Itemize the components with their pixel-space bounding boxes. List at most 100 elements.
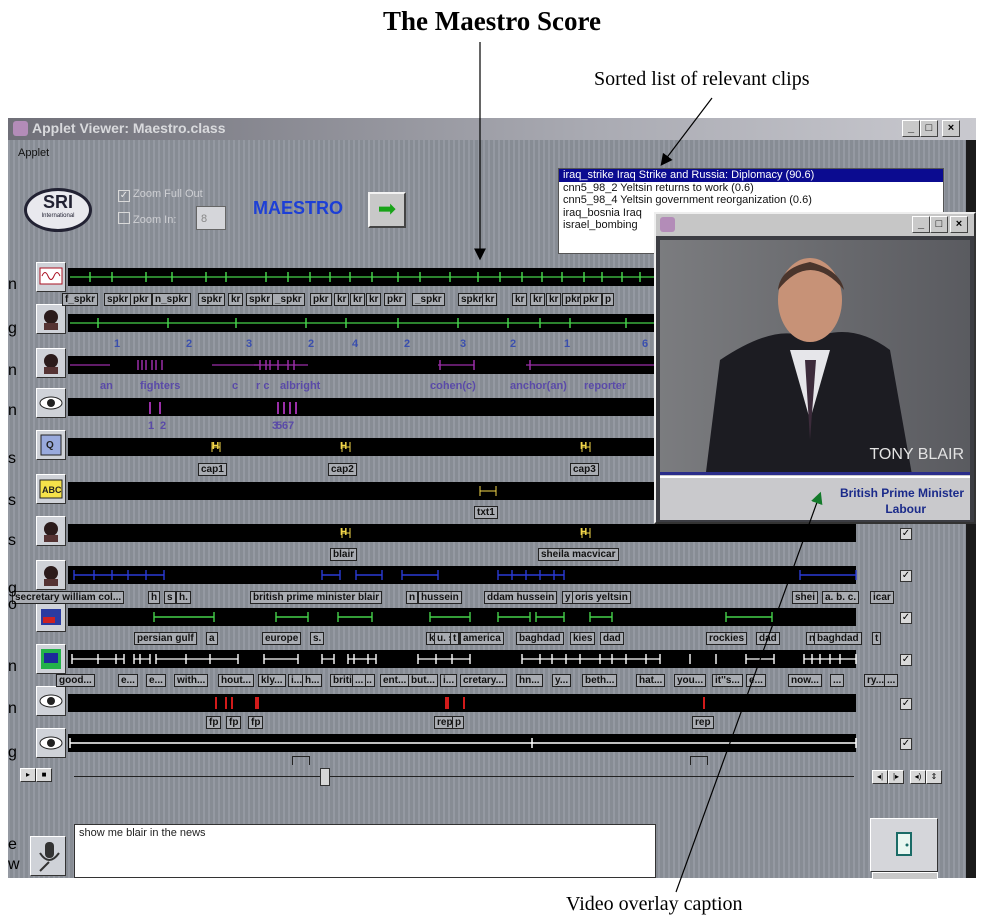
video-window[interactable]: _ □ × TONY BLAIR British Prime Minister … [654,212,976,524]
query-input[interactable]: show me blair in the news [74,824,656,878]
word-label[interactable]: you... [674,674,707,687]
volume-spinner[interactable]: ⇕ [926,770,942,784]
overlay-text-label[interactable]: txt1 [474,506,498,519]
face-id-label[interactable]: 1 [148,420,154,432]
speaker-segment-label[interactable]: n_spkr [152,293,191,306]
word-label[interactable]: h... [302,674,323,687]
speaker-id-label[interactable]: 1 [564,338,570,350]
place-label[interactable]: kies [570,632,596,645]
place-label[interactable]: rockies [706,632,748,645]
place-label[interactable]: baghdad [516,632,564,645]
word-label[interactable]: now... [788,674,822,687]
word-label[interactable]: ... [352,674,367,687]
word-label[interactable]: hn... [516,674,543,687]
word-label[interactable]: hout... [218,674,254,687]
speaker-segment-label[interactable]: pkr [580,293,602,306]
volume-button[interactable]: ◂) [910,770,926,784]
speaker-segment-label[interactable]: spkr [198,293,226,306]
name-label[interactable]: british prime minister blair [250,591,383,604]
place-label[interactable]: s. [310,632,325,645]
place-label[interactable]: t [872,632,882,645]
word-label[interactable]: cretary... [460,674,507,687]
word-label[interactable]: beth... [582,674,618,687]
caption-label[interactable]: cap2 [328,463,357,476]
face-label[interactable]: sheila macvicar [538,548,619,561]
speaker-id-label[interactable]: 1 [114,338,120,350]
name-label[interactable]: h. [176,591,191,604]
event-label[interactable]: rep [692,716,714,729]
speaker-segment-label[interactable]: kr [482,293,498,306]
microphone-button[interactable] [30,836,66,876]
speaker-segment-label[interactable]: kr [366,293,382,306]
name-label[interactable]: icar [870,591,894,604]
place-label[interactable]: persian gulf [134,632,197,645]
speaker-id-label[interactable]: 6 [642,338,648,350]
speaker-segment-label[interactable]: kr [228,293,244,306]
word-label[interactable]: good... [56,674,95,687]
speaker-segment-label[interactable]: _spkr [412,293,445,306]
word-label[interactable]: it''s... [712,674,743,687]
speaker-segment-label[interactable]: _spkr [272,293,305,306]
event-label[interactable]: p [452,716,465,729]
speaker-segment-label[interactable]: kr [334,293,350,306]
role-label[interactable]: an [100,380,113,392]
video-minimize-button[interactable]: _ [912,216,930,233]
speaker-segment-label[interactable]: pkr [130,293,152,306]
name-label[interactable]: s [164,591,176,604]
rewind-button[interactable]: ◂| [872,770,888,784]
speaker-segment-label[interactable]: kr [512,293,528,306]
stop-button[interactable]: ■ [36,768,52,782]
place-label[interactable]: europe [262,632,302,645]
place-label[interactable]: t [450,632,460,645]
speaker-id-label[interactable]: 4 [352,338,358,350]
place-label[interactable]: dad [756,632,780,645]
name-label[interactable]: secretary william col... [12,591,125,604]
speaker-segment-label[interactable]: kr [546,293,562,306]
role-label[interactable]: albright [280,380,320,392]
speaker-id-label[interactable]: 2 [308,338,314,350]
event-label[interactable]: fp [226,716,242,729]
word-label[interactable]: i... [440,674,458,687]
track-visibility-checkbox[interactable]: ✓ [900,570,912,582]
word-label[interactable]: ... [830,674,845,687]
play-button[interactable]: ▸ [20,768,36,782]
word-label[interactable]: y... [552,674,572,687]
word-label[interactable]: e... [746,674,766,687]
face-label[interactable]: blair [330,548,358,561]
speaker-id-label[interactable]: 2 [510,338,516,350]
role-label[interactable]: reporter [584,380,626,392]
timeline-slider-thumb[interactable] [319,768,330,786]
speaker-segment-label[interactable]: f_spkr [62,293,99,306]
track-visibility-checkbox[interactable]: ✓ [900,698,912,710]
place-label[interactable]: dad [600,632,624,645]
word-label[interactable]: hat... [636,674,666,687]
word-label[interactable]: ... [884,674,899,687]
role-label[interactable]: anchor(an) [510,380,567,392]
speaker-segment-label[interactable]: spkr [246,293,274,306]
timeline-slider-track[interactable] [74,776,854,777]
place-label[interactable]: baghdad [814,632,862,645]
caption-label[interactable]: cap1 [198,463,227,476]
word-label[interactable]: ent... [380,674,410,687]
word-label[interactable]: e... [146,674,166,687]
word-label[interactable]: with... [174,674,209,687]
track-visibility-checkbox[interactable]: ✓ [900,612,912,624]
event-label[interactable]: fp [248,716,264,729]
role-label[interactable]: r c [256,380,269,392]
speaker-id-label[interactable]: 2 [186,338,192,350]
name-label[interactable]: hussein [418,591,462,604]
word-label[interactable]: e... [118,674,138,687]
name-label[interactable]: shei [792,591,819,604]
name-label[interactable]: h [148,591,161,604]
forward-button[interactable]: |▸ [888,770,904,784]
speaker-segment-label[interactable]: spkr [104,293,132,306]
role-label[interactable]: fighters [140,380,180,392]
name-label[interactable]: oris yeltsin [572,591,631,604]
place-label[interactable]: america [460,632,504,645]
track-visibility-checkbox[interactable]: ✓ [900,528,912,540]
speaker-segment-label[interactable]: pkr [310,293,332,306]
track-visibility-checkbox[interactable]: ✓ [900,654,912,666]
word-label[interactable]: kly... [258,674,286,687]
event-label[interactable]: fp [206,716,222,729]
role-label[interactable]: c [232,380,238,392]
